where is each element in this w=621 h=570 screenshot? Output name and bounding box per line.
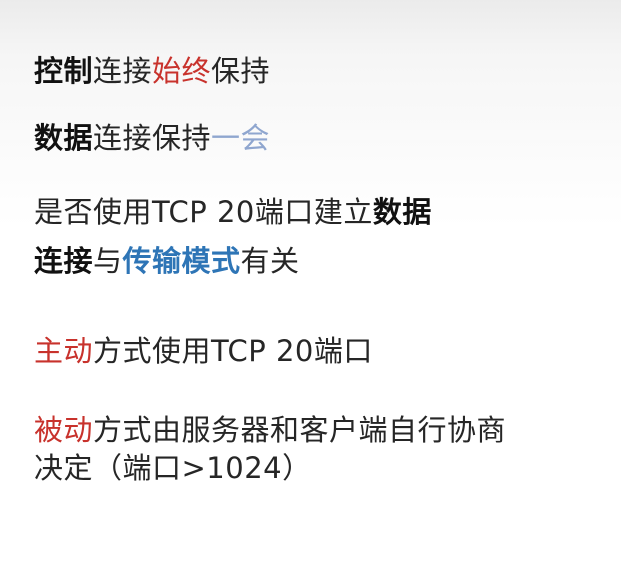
keyword-control: 控制	[34, 54, 94, 88]
control-connection-line: 控制连接始终保持	[34, 53, 270, 89]
keyword-active: 主动	[34, 334, 94, 368]
tcp20-question-line: 是否使用TCP 20端口建立数据	[34, 194, 432, 230]
passive-mode-continuation: 决定（端口>1024）	[34, 450, 312, 486]
keyword-a-while: 一会	[211, 121, 271, 155]
text-related: 有关	[240, 244, 300, 278]
data-connection-line: 数据连接保持一会	[34, 120, 270, 156]
keyword-data-2: 数据	[372, 195, 432, 229]
text-whether-tcp20: 是否使用TCP 20端口建立	[34, 195, 373, 229]
text-with: 与	[93, 244, 123, 278]
keyword-transfer-mode: 传输模式	[122, 244, 241, 278]
active-mode-line: 主动方式使用TCP 20端口	[34, 333, 373, 369]
text-port-range: 决定（端口>1024）	[34, 451, 312, 485]
text-passive-desc: 方式由服务器和客户端自行协商	[93, 413, 507, 447]
passive-mode-line: 被动方式由服务器和客户端自行协商	[34, 412, 506, 448]
text-active-desc: 方式使用TCP 20端口	[93, 334, 373, 368]
keyword-passive: 被动	[34, 413, 94, 447]
text-keep: 保持	[211, 54, 271, 88]
transfer-mode-line: 连接与传输模式有关	[34, 243, 300, 279]
keyword-data: 数据	[34, 121, 94, 155]
text-connection-keep: 连接保持	[93, 121, 212, 155]
keyword-connection: 连接	[34, 244, 94, 278]
keyword-always: 始终	[152, 54, 212, 88]
text-connection: 连接	[93, 54, 153, 88]
slide-content: 控制连接始终保持 数据连接保持一会 是否使用TCP 20端口建立数据 连接与传输…	[34, 0, 614, 570]
